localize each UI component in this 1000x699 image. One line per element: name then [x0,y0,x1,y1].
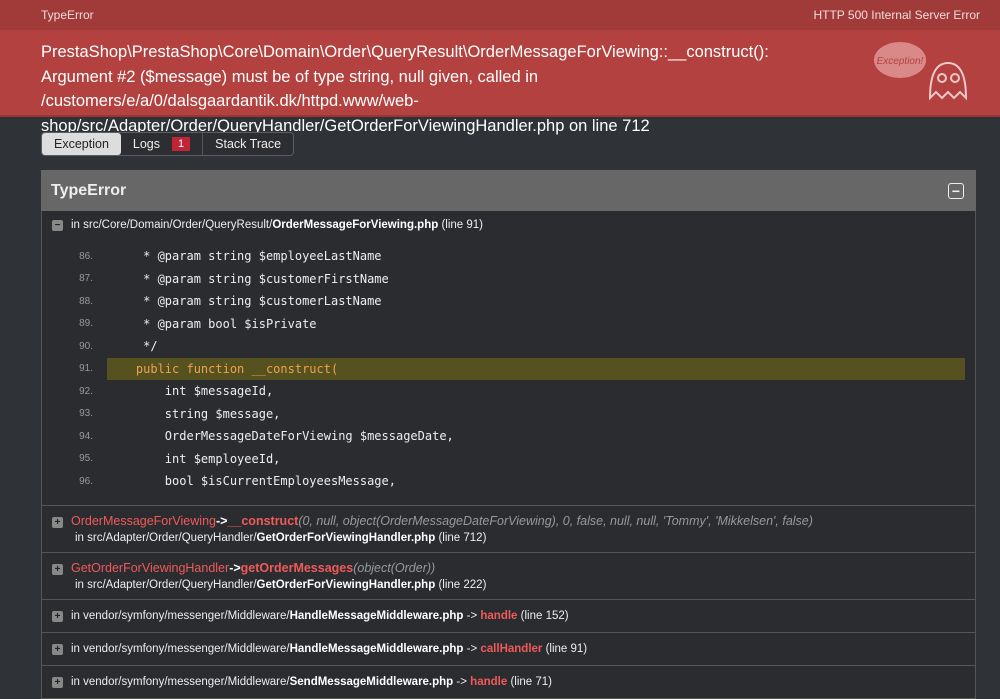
plus-icon[interactable]: + [52,516,63,528]
file-name: SendMessageMiddleware.php [289,675,454,688]
trace-function: callHandler [480,642,543,655]
file-path: in vendor/symfony/messenger/Middleware/ [71,675,290,688]
code-line-text: string $message, [107,406,281,421]
code-line-number: 92. [79,385,93,397]
line-number: (line 91) [441,219,484,231]
tab-stack-trace[interactable]: Stack Trace [202,133,293,155]
trace-arrow: -> [466,609,478,622]
tab-logs-label: Logs [132,137,161,151]
collapse-all-icon[interactable]: − [948,182,964,199]
line-number: (line 712) [438,531,487,544]
exception-class: TypeError [41,8,94,22]
file-path: in vendor/symfony/messenger/Middleware/ [71,609,290,622]
panel-title: TypeError [51,181,127,199]
exception-ghost-logo: Exception! [874,42,968,101]
code-line-text: int $employeeId, [107,451,281,466]
plus-icon[interactable]: + [52,643,63,655]
file-path: in src/Core/Domain/Order/QueryResult/ [71,219,273,231]
code-line-text: int $messageId, [107,384,274,399]
exception-message: PrestaShop\PrestaShop\Core\Domain\Order\… [41,43,769,135]
trace-arrow: -> [466,642,478,655]
tab-exception[interactable]: Exception [42,133,121,155]
status-code: HTTP 500 [813,8,868,22]
trace-function: handle [470,675,508,688]
code-line-number: 96. [79,475,93,487]
trace-item[interactable]: + in vendor/symfony/messenger/Middleware/… [41,665,976,699]
code-line-text: */ [107,339,158,354]
trace-args: (object(Order)) [353,560,436,575]
code-line-number: 94. [79,430,93,442]
exception-message-band: PrestaShop\PrestaShop\Core\Domain\Order\… [0,30,1000,135]
trace-location[interactable]: − in src/Core/Domain/Order/QueryResult/Or… [52,219,965,231]
trace-item[interactable]: + in vendor/symfony/messenger/Middleware/… [41,632,976,666]
file-path: in src/Adapter/Order/QueryHandler/ [75,578,257,591]
file-name: HandleMessageMiddleware.php [289,609,464,622]
code-line: 87. * @param string $customerFirstName [52,268,965,291]
code-line-number: 88. [79,295,93,307]
code-line-number: 95. [79,453,93,465]
status-text: Internal Server Error [871,8,980,22]
line-number: (line 222) [438,578,487,591]
code-line: 90. */ [52,335,965,358]
file-path: in vendor/symfony/messenger/Middleware/ [71,642,290,655]
top-bar: TypeError HTTP 500 Internal Server Error [0,0,1000,30]
plus-icon[interactable]: + [52,676,63,688]
trace-arrow: -> [229,560,241,575]
trace-item[interactable]: + OrderMessageForViewing->__construct(0, … [41,505,976,553]
file-path: in src/Adapter/Order/QueryHandler/ [75,531,257,544]
file-name: OrderMessageForViewing.php [272,219,439,231]
svg-text:Exception!: Exception! [877,56,924,67]
code-line-text: public function __construct( [107,357,965,380]
code-line-number: 87. [79,273,93,285]
code-line: 92. int $messageId, [52,380,965,403]
trace-arrow: -> [456,675,467,688]
code-line-number: 86. [79,250,93,262]
code-line: 89. * @param bool $isPrivate [52,313,965,336]
trace-function: getOrderMessages [240,560,354,575]
http-status: HTTP 500 Internal Server Error [813,8,980,22]
code-line-number: 93. [79,408,93,420]
code-line: 86. * @param string $employeeLastName [52,245,965,268]
code-line: 96. bool $isCurrentEmployeesMessage, [52,470,965,493]
panel-header: TypeError − [41,170,976,211]
code-line-text: * @param string $customerFirstName [107,271,389,286]
code-line: 95. int $employeeId, [52,448,965,471]
tab-bar: Exception Logs 1 Stack Trace [41,132,295,156]
code-line-text: * @param string $customerLastName [107,294,382,309]
code-line-number: 91. [79,363,93,375]
trace-arrow: -> [215,513,228,528]
minus-icon[interactable]: − [52,220,63,231]
code-line: 93. string $message, [52,403,965,426]
line-number: (line 91) [545,642,588,655]
trace-class: GetOrderForViewingHandler [71,560,230,575]
trace-item[interactable]: + GetOrderForViewingHandler->getOrderMess… [41,552,976,600]
logs-count-badge: 1 [172,137,191,151]
code-line: 91. public function __construct( [52,357,965,380]
trace-function: __construct [227,513,299,528]
trace-item[interactable]: + in vendor/symfony/messenger/Middleware/… [41,599,976,633]
trace-function: handle [480,609,518,622]
code-line: 88. * @param string $customerLastName [52,290,965,313]
code-line-text: * @param bool $isPrivate [107,316,317,331]
code-line-text: bool $isCurrentEmployeesMessage, [107,474,396,489]
code-line: 94. OrderMessageDateForViewing $messageD… [52,425,965,448]
trace-class: OrderMessageForViewing [71,513,216,528]
exception-panel: TypeError − − in src/Core/Domain/Order/Qu… [41,170,976,699]
file-name: GetOrderForViewingHandler.php [256,578,436,591]
code-line-number: 90. [79,340,93,352]
code-line-text: * @param string $employeeLastName [107,249,382,264]
line-number: (line 152) [520,609,569,622]
trace-item-expanded: − in src/Core/Domain/Order/QueryResult/Or… [41,211,976,506]
plus-icon[interactable]: + [52,610,63,622]
file-name: GetOrderForViewingHandler.php [256,531,436,544]
tab-logs[interactable]: Logs 1 [121,133,202,155]
plus-icon[interactable]: + [52,563,63,575]
code-line-text: OrderMessageDateForViewing $messageDate, [107,429,454,444]
trace-args: (0, null, object(OrderMessageDateForView… [298,513,813,528]
line-number: (line 71) [510,675,552,688]
code-snippet: 86. * @param string $employeeLastName 87.… [52,231,965,505]
file-name: HandleMessageMiddleware.php [289,642,464,655]
code-line-number: 89. [79,318,93,330]
